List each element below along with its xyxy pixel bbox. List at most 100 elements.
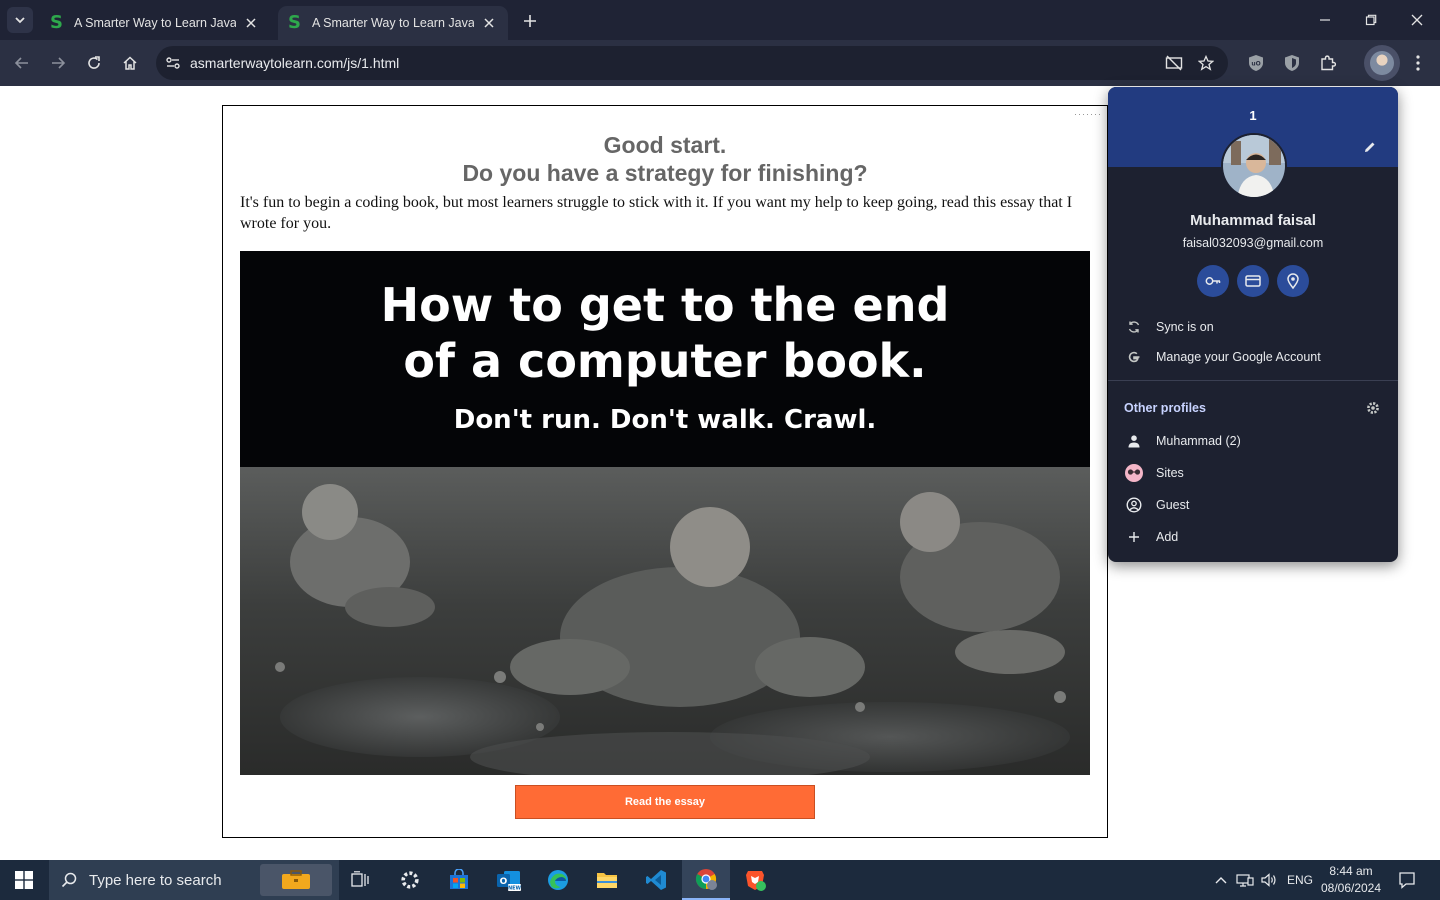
close-tab-icon[interactable] [480, 14, 498, 32]
profile-item-muhammad-2[interactable]: Muhammad (2) [1108, 427, 1398, 455]
back-button[interactable] [8, 49, 36, 77]
banner-line-3: Don't run. Don't walk. Crawl. [453, 405, 877, 435]
task-view-button[interactable] [336, 860, 384, 900]
shield-extension-icon[interactable] [1279, 50, 1305, 76]
address-bar[interactable]: asmarterwaytolearn.com/js/1.html [156, 46, 1228, 80]
manage-google-account-row[interactable]: Manage your Google Account [1108, 343, 1398, 371]
manage-profiles-button[interactable] [1363, 398, 1383, 418]
search-highlight-thumbnail[interactable] [260, 864, 332, 896]
tab-asmarterway-1[interactable]: S A Smarter Way to Learn JavaScript [40, 6, 270, 40]
chevron-down-icon [15, 17, 25, 24]
mud-crawl-photo [240, 467, 1090, 775]
edge-icon [548, 870, 568, 890]
minimize-button[interactable] [1302, 0, 1348, 40]
reload-icon [88, 56, 100, 69]
reload-button[interactable] [80, 49, 108, 77]
avatar [1370, 51, 1394, 75]
close-tab-icon[interactable] [242, 14, 260, 32]
profile-avatar-button[interactable] [1364, 45, 1400, 81]
forward-button[interactable] [44, 49, 72, 77]
google-g-icon [1124, 347, 1144, 367]
profile-menu-panel: 1 Muhammad faisal faisal032093@gmail.com… [1108, 87, 1398, 562]
outlook-button[interactable]: O NEW [485, 860, 533, 900]
profile-item-label: Add [1156, 530, 1179, 544]
payment-methods-button[interactable] [1237, 265, 1269, 297]
ublock-extension-icon[interactable]: uO [1243, 50, 1269, 76]
profile-name: Muhammad faisal [1190, 212, 1316, 229]
home-icon [123, 56, 137, 70]
network-icon[interactable] [1235, 870, 1255, 890]
taskbar-clock[interactable]: 8:44 am 08/06/2024 [1316, 863, 1386, 897]
profile-email: faisal032093@gmail.com [1182, 236, 1324, 250]
menu-divider [1108, 380, 1398, 381]
file-explorer-button[interactable] [583, 860, 631, 900]
extensions-puzzle-icon[interactable] [1315, 50, 1341, 76]
guest-icon [1124, 495, 1144, 515]
briefcase-icon [282, 870, 310, 889]
profile-item-sites[interactable]: Sites [1108, 459, 1398, 487]
windows-logo-icon [15, 871, 33, 889]
new-tab-button[interactable] [518, 9, 542, 33]
vscode-button[interactable] [632, 860, 680, 900]
drag-handle-dots: ······· [1074, 109, 1102, 119]
location-pin-icon [1287, 273, 1299, 290]
tab-search-button[interactable] [7, 7, 33, 33]
home-button[interactable] [116, 49, 144, 77]
site-info-icon[interactable] [156, 46, 190, 80]
tab-asmarterway-2[interactable]: S A Smarter Way to Learn JavaScript [278, 6, 508, 40]
profile-item-label: Sites [1156, 466, 1184, 480]
sync-label: Sync is on [1156, 320, 1214, 334]
camera-blocked-icon[interactable] [1162, 51, 1186, 75]
lesson-promo-card: Good start. Do you have a strategy for f… [222, 105, 1108, 838]
intro-paragraph: It's fun to begin a coding book, but mos… [240, 194, 1073, 232]
tab-title: A Smarter Way to Learn JavaScript [312, 16, 474, 30]
volume-icon[interactable] [1259, 870, 1279, 890]
minimize-icon [1320, 19, 1330, 21]
profile-item-label: Muhammad (2) [1156, 434, 1241, 448]
edge-browser-button[interactable] [534, 860, 582, 900]
other-profiles-heading: Other profiles [1124, 401, 1206, 415]
show-hidden-icons-button[interactable] [1211, 870, 1231, 890]
banner-line-1: How to get to the end [380, 278, 950, 332]
passwords-button[interactable] [1197, 265, 1229, 297]
start-button[interactable] [0, 860, 48, 900]
banner-line-2: of a computer book. [403, 334, 927, 388]
chrome-icon [695, 869, 717, 890]
arrow-right-icon [52, 57, 66, 69]
outlook-icon: ONEW [497, 871, 522, 891]
input-language[interactable]: ENG [1287, 873, 1313, 887]
key-icon [1205, 277, 1221, 285]
brave-lion-icon [746, 871, 766, 891]
profile-item-label: Guest [1156, 498, 1190, 512]
addresses-button[interactable] [1277, 265, 1309, 297]
sync-status-row[interactable]: Sync is on [1108, 313, 1398, 341]
manage-account-label: Manage your Google Account [1156, 350, 1321, 364]
read-essay-button[interactable]: Read the essay [515, 785, 815, 819]
chrome-button[interactable] [682, 860, 730, 900]
browser-toolbar: asmarterwaytolearn.com/js/1.html uO [0, 40, 1440, 86]
add-profile-item[interactable]: Add [1108, 523, 1398, 551]
tab-strip: S A Smarter Way to Learn JavaScript S A … [0, 0, 1440, 40]
profile-item-guest[interactable]: Guest [1108, 491, 1398, 519]
microsoft-store-button[interactable] [435, 860, 483, 900]
credit-card-icon [1245, 275, 1261, 287]
site-favicon-icon: S [50, 12, 63, 33]
tab-title: A Smarter Way to Learn JavaScript [74, 16, 236, 30]
plus-icon [1124, 527, 1144, 547]
page-headline: Good start. Do you have a strategy for f… [223, 131, 1107, 187]
bookmark-star-icon[interactable] [1194, 51, 1218, 75]
chevron-up-icon [1215, 877, 1227, 884]
headline-line-2: Do you have a strategy for finishing? [462, 160, 868, 186]
close-window-button[interactable] [1394, 0, 1440, 40]
brave-browser-button[interactable] [731, 860, 779, 900]
settings-app-button[interactable] [386, 860, 434, 900]
action-center-button[interactable] [1396, 870, 1418, 890]
windows-taskbar: Type here to search O NEW ENG 8:44 am 08/ [0, 860, 1440, 900]
essay-banner-image: How to get to the end of a computer book… [240, 251, 1090, 775]
restore-button[interactable] [1348, 0, 1394, 40]
url-text[interactable]: asmarterwaytolearn.com/js/1.html [190, 55, 399, 71]
profile-avatar [1221, 133, 1287, 199]
browser-menu-button[interactable] [1406, 50, 1430, 76]
edit-profile-button[interactable] [1360, 137, 1380, 157]
headline-line-1: Good start. [603, 132, 727, 158]
